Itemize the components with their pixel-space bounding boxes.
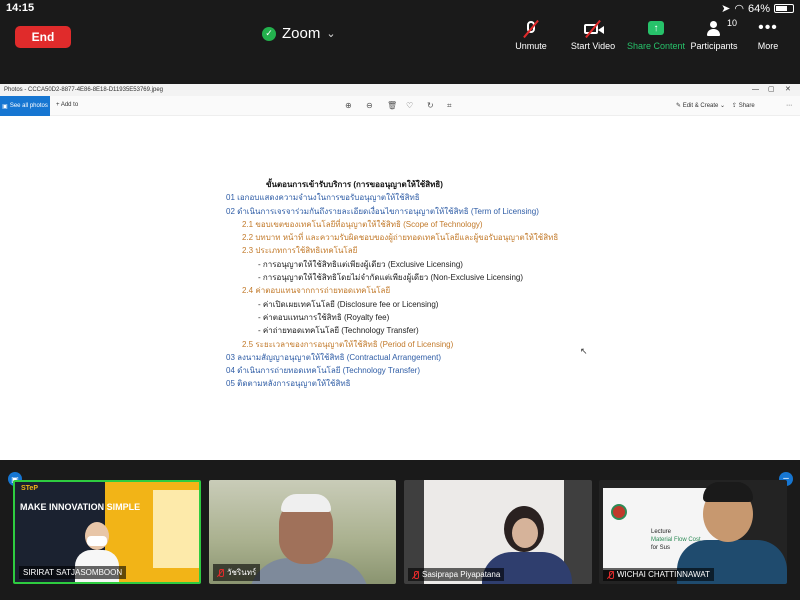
participant-tile-1[interactable]: STeP MAKE INNOVATION SIMPLE SIRIRAT SATJ…: [13, 480, 201, 584]
participant-tile-3[interactable]: Sasiprapa Piyapatana: [404, 480, 592, 584]
ios-status-bar: 14:15 ➤ ◠ 64%: [0, 0, 800, 16]
participant-name: วัชรินทร์: [227, 568, 257, 577]
battery-icon: [774, 4, 794, 13]
doc-step-2-4: 2.4 ค่าตอบแทนจากการถ่ายทอดเทคโนโลยี: [242, 286, 391, 296]
maximize-icon: ▢: [768, 86, 775, 93]
zoom-out-icon: ⊖: [366, 101, 373, 110]
photos-icon: ▣: [2, 103, 8, 110]
doc-step-02: 02 ดำเนินการเจรจาร่วมกันถึงรายละเอียดเงื…: [226, 206, 539, 216]
delete-icon: 🗑: [387, 101, 398, 110]
doc-step-2-1: 2.1 ขอบเขตของเทคโนโลยีที่อนุญาตให้ใช้สิท…: [242, 219, 483, 229]
doc-step-01: 01 เอกอบแสดงความจำนงในการขอรับอนุญาตให้ใ…: [226, 193, 420, 203]
doc-step-2-5: 2.5 ระยะเวลาของการอนุญาตให้ใช้สิทธิ (Per…: [242, 339, 454, 349]
wifi-icon: ◠: [734, 3, 744, 15]
photo-more-icon: ⋯: [786, 103, 792, 109]
add-to-button: + Add to: [56, 102, 79, 108]
doc-step-2-3: 2.3 ประเภทการใช้สิทธิเทคโนโลยี: [242, 246, 358, 256]
mouse-cursor-icon: ↖: [580, 346, 588, 356]
share-photo-button: ⇪ Share: [732, 103, 755, 109]
start-video-button[interactable]: Start Video: [558, 19, 628, 51]
photos-window-title: Photos - CCCA50D2-8877-4E86-8E18-D11935E…: [0, 84, 800, 96]
doc-item-technology-transfer: - ค่าถ่ายทอดเทคโนโลยี (Technology Transf…: [258, 326, 419, 336]
zoom-top-bar: End ✓ Zoom ⌄ Unmute Start Video ↑ Share …: [0, 16, 800, 62]
edit-create-button: ✎ Edit & Create ⌄: [676, 103, 726, 109]
rotate-icon: ↻: [427, 101, 434, 110]
doc-item-royalty-fee: - ค่าตอบแทนการใช้สิทธิ (Royalty fee): [258, 312, 390, 322]
participant-name-tag: SIRIRAT SATJASOMBOON: [19, 566, 127, 579]
see-all-photos-label: See all photos: [9, 103, 48, 109]
status-time: 14:15: [6, 2, 35, 14]
document-title: ขั้นตอนการเข้ารับบริการ (การขออนุญาตให้ใ…: [266, 180, 443, 189]
chevron-down-icon: ⌄: [326, 28, 336, 40]
unmute-label: Unmute: [515, 41, 547, 51]
doc-item-exclusive: - การอนุญาตให้ใช้สิทธิแต่เพียงผู้เดียว (…: [258, 259, 463, 269]
doc-item-disclosure-fee: - ค่าเปิดเผยเทคโนโลยี (Disclosure fee or…: [258, 299, 439, 309]
microphone-muted-icon: [520, 19, 542, 39]
participant-name-tag: วัชรินทร์: [213, 564, 261, 581]
participant-video-hair: [703, 482, 753, 502]
photos-toolbar: ▣ See all photos + Add to ⊕ ⊖ 🗑 ♡ ↻ ⌗ ✎ …: [0, 96, 800, 116]
more-label: More: [757, 41, 779, 51]
step-logo: STeP: [21, 485, 38, 492]
participants-icon: 10: [703, 18, 737, 38]
zoom-ipad-screen: 14:15 ➤ ◠ 64% End ✓ Zoom ⌄ Unmute Start …: [0, 0, 800, 600]
participant-name: Sasiprapa Piyapatana: [422, 570, 501, 579]
share-photo-label: Share: [738, 103, 755, 109]
tile-card: [153, 490, 199, 568]
participant-name: WICHAI CHATTINNAWAT: [617, 570, 710, 579]
participant-name-tag: WICHAI CHATTINNAWAT: [603, 568, 714, 581]
participant-video-face: [512, 518, 538, 548]
share-arrow-icon: ↑: [645, 20, 667, 38]
start-video-label: Start Video: [570, 41, 616, 51]
licensing-document: ขั้นตอนการเข้ารับบริการ (การขออนุญาตให้ใ…: [226, 178, 566, 391]
meeting-title: Zoom: [282, 25, 321, 42]
participant-name: SIRIRAT SATJASOMBOON: [23, 568, 123, 577]
doc-item-non-exclusive: - การอนุญาตให้ใช้สิทธิโดยไม่จำกัดแต่เพีย…: [258, 273, 523, 283]
battery-percent: 64%: [747, 2, 770, 15]
mic-muted-icon: [217, 568, 224, 577]
video-off-icon: [582, 19, 604, 39]
slide-line-1: Lecture: [651, 529, 672, 535]
zoom-in-icon: ⊕: [345, 101, 352, 110]
meeting-info-button[interactable]: ✓ Zoom ⌄: [262, 25, 336, 42]
shared-screen: Photos - CCCA50D2-8877-4E86-8E18-D11935E…: [0, 84, 800, 460]
more-dots-icon: •••: [758, 19, 778, 36]
status-right: ➤ ◠ 64%: [721, 2, 794, 15]
university-seal-icon: [611, 504, 627, 520]
doc-step-05: 05 ติดตามหลังการอนุญาตให้ใช้สิทธิ: [226, 379, 351, 389]
participant-tile-2[interactable]: วัชรินทร์: [209, 480, 396, 584]
end-meeting-button[interactable]: End: [15, 26, 71, 48]
participant-video-cap: [281, 494, 331, 512]
unmute-button[interactable]: Unmute: [496, 19, 566, 51]
location-icon: ➤: [721, 3, 731, 15]
minimize-icon: —: [752, 86, 759, 93]
doc-step-2-2: 2.2 บทบาท หน้าที่ และความรับผิดชอบของผู้…: [242, 233, 559, 243]
heart-icon: ♡: [406, 101, 414, 110]
tile-slogan: MAKE INNOVATION SIMPLE: [20, 502, 141, 512]
shield-check-icon: ✓: [262, 26, 276, 41]
add-to-label: Add to: [60, 102, 79, 108]
participant-tile-4[interactable]: Lecture Material Flow Cost for Sus WICHA…: [599, 480, 787, 584]
doc-step-03: 03 ลงนามสัญญาอนุญาตให้ใช้สิทธิ (Contract…: [226, 352, 441, 362]
mic-muted-icon: [412, 570, 419, 579]
see-all-photos-button: ▣ See all photos: [0, 96, 50, 116]
edit-create-label: Edit & Create: [682, 103, 719, 109]
mic-muted-icon: [607, 570, 614, 579]
close-icon: ✕: [785, 86, 791, 93]
doc-step-04: 04 ดำเนินการถ่ายทอดเทคโนโลยี (Technology…: [226, 366, 421, 376]
participant-name-tag: Sasiprapa Piyapatana: [408, 568, 505, 581]
more-button[interactable]: ••• More: [733, 19, 800, 52]
crop-icon: ⌗: [447, 101, 452, 110]
